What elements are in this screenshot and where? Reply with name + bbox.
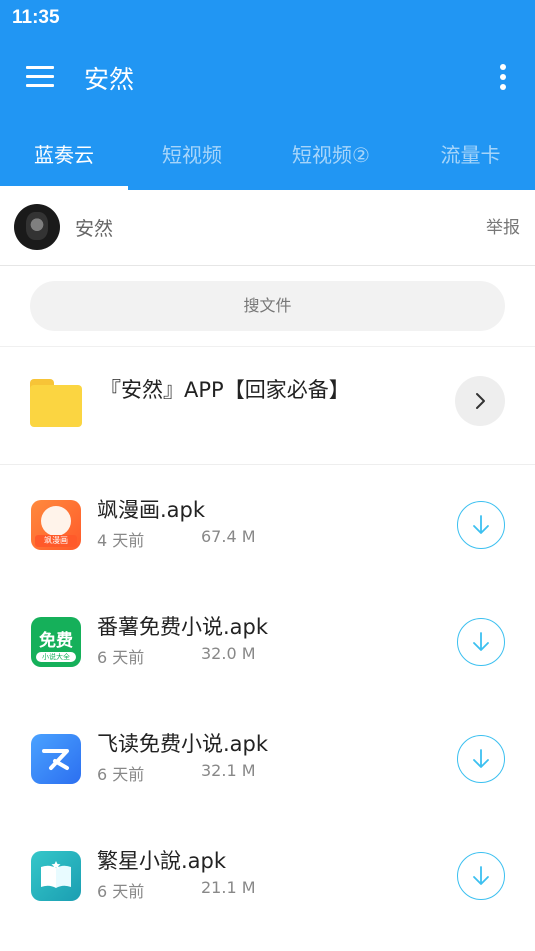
file-date: 6 天前: [97, 648, 145, 667]
icon-subtext: 小说大全: [36, 652, 76, 662]
folder-icon: [30, 379, 82, 427]
file-name: 繁星小說.apk: [97, 849, 227, 873]
app-title: 安然: [84, 65, 135, 94]
menu-icon[interactable]: [26, 66, 56, 90]
chevron-right-icon: [476, 393, 485, 409]
list-item[interactable]: 飞读免费小说.apk 6 天前 32.1 M: [0, 699, 535, 816]
list-item[interactable]: 免费 小说大全 番薯免费小说.apk 6 天前 32.0 M: [0, 582, 535, 699]
open-folder-button[interactable]: [455, 376, 505, 426]
tab-data-card[interactable]: 流量卡: [406, 120, 535, 190]
avatar[interactable]: [14, 204, 60, 250]
download-button[interactable]: [457, 852, 505, 900]
file-date: 6 天前: [97, 765, 145, 784]
status-bar: 11:35: [0, 0, 535, 36]
tab-short-video[interactable]: 短视频: [128, 120, 256, 190]
file-size: 32.1 M: [201, 761, 256, 780]
user-name: 安然: [75, 218, 114, 240]
download-button[interactable]: [457, 501, 505, 549]
download-icon: [473, 749, 489, 768]
status-time: 11:35: [12, 7, 60, 28]
report-button[interactable]: 举报: [486, 213, 520, 238]
icon-text: 免费: [39, 631, 73, 651]
folder-name: 『安然』APP【回家必备】: [100, 378, 350, 402]
search-section: 搜文件: [0, 266, 535, 347]
download-icon: [473, 866, 489, 885]
download-button[interactable]: [457, 618, 505, 666]
file-name: 番薯免费小说.apk: [97, 615, 269, 639]
fanxing-app-icon: [31, 851, 81, 901]
download-icon: [473, 515, 489, 534]
app-bar: 安然: [0, 36, 535, 120]
tab-bar: 蓝奏云 短视频 短视频② 流量卡: [0, 120, 535, 190]
folder-row[interactable]: 『安然』APP【回家必备】: [0, 346, 535, 465]
file-size: 67.4 M: [201, 527, 256, 546]
file-name: 飒漫画.apk: [97, 498, 206, 522]
more-options-icon[interactable]: [499, 64, 507, 92]
tab-short-video-2[interactable]: 短视频②: [256, 120, 406, 190]
manga-app-icon: 飒漫画: [31, 500, 81, 550]
tab-lanzouyun[interactable]: 蓝奏云: [0, 120, 128, 190]
user-row: 安然 举报: [0, 190, 535, 266]
list-item[interactable]: 飒漫画 飒漫画.apk 4 天前 67.4 M: [0, 465, 535, 582]
list-item[interactable]: 繁星小說.apk 6 天前 21.1 M: [0, 816, 535, 933]
download-button[interactable]: [457, 735, 505, 783]
search-input[interactable]: 搜文件: [30, 281, 505, 331]
feidu-app-icon: [31, 734, 81, 784]
file-name: 飞读免费小说.apk: [97, 732, 269, 756]
fanshu-app-icon: 免费 小说大全: [31, 617, 81, 667]
file-size: 21.1 M: [201, 878, 256, 897]
file-size: 32.0 M: [201, 644, 256, 663]
download-icon: [473, 632, 489, 651]
file-date: 4 天前: [97, 531, 145, 550]
file-date: 6 天前: [97, 882, 145, 901]
